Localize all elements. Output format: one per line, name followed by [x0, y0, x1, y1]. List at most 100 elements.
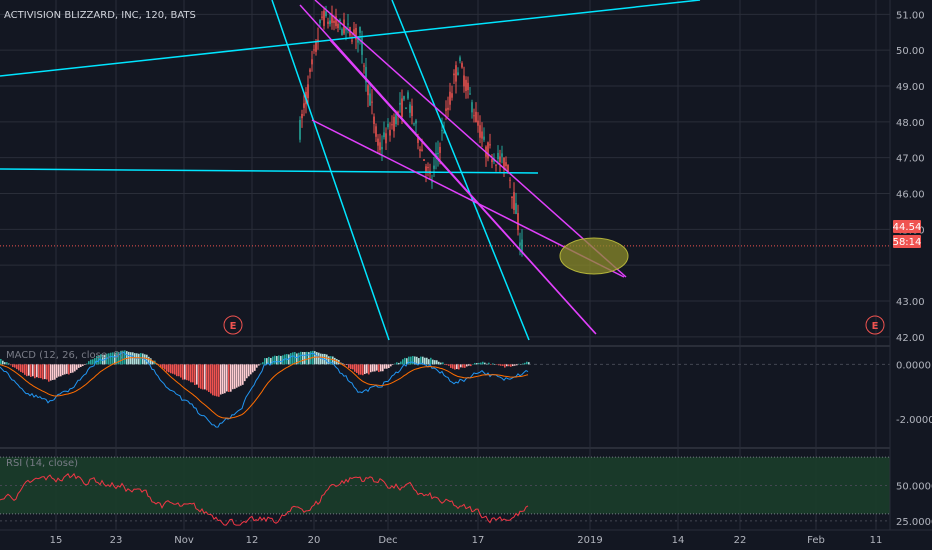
macd-histogram-bar	[34, 364, 36, 379]
macd-histogram-bar	[304, 352, 306, 365]
macd-histogram-bar	[14, 364, 16, 368]
macd-histogram-bar	[464, 364, 466, 368]
price-axis-label: 42.00	[896, 333, 925, 344]
macd-histogram-bar	[170, 364, 172, 374]
candle-body	[481, 131, 483, 139]
price-axis-label: 51.00	[896, 10, 925, 21]
macd-histogram-bar	[242, 364, 244, 385]
candle-body	[389, 130, 391, 136]
macd-histogram-bar	[26, 364, 28, 377]
macd-histogram-bar	[426, 357, 428, 365]
macd-histogram-bar	[218, 364, 220, 397]
macd-histogram-bar	[190, 364, 192, 383]
candle-body	[383, 132, 385, 138]
macd-histogram-bar	[2, 360, 4, 365]
macd-histogram-bar	[184, 364, 186, 380]
macd-histogram-bar	[72, 364, 74, 373]
macd-histogram-bar	[200, 364, 202, 389]
macd-histogram-bar	[196, 364, 198, 385]
candle-body	[413, 123, 415, 125]
macd-histogram-bar	[246, 364, 248, 379]
macd-histogram-bar	[146, 354, 148, 365]
macd-histogram-bar	[472, 364, 474, 365]
candle-body	[371, 101, 373, 103]
macd-histogram-bar	[18, 364, 20, 371]
macd-histogram-bar	[228, 364, 230, 392]
macd-histogram-bar	[262, 362, 264, 365]
macd-histogram-bar	[506, 364, 508, 367]
macd-histogram-bar	[66, 364, 68, 374]
candle-body	[377, 138, 379, 146]
candle-body	[465, 79, 467, 92]
candle-body	[497, 152, 499, 160]
rsi-title[interactable]: RSI (14, close)	[6, 458, 78, 469]
candle-body	[459, 57, 461, 62]
macd-histogram-bar	[494, 364, 496, 365]
macd-histogram-bar	[384, 364, 386, 369]
macd-histogram-bar	[442, 362, 444, 365]
candle-body	[351, 40, 353, 42]
target-zone-ellipse[interactable]	[559, 237, 629, 275]
candle-body	[301, 113, 303, 119]
candle-body	[341, 29, 343, 35]
macd-histogram-bar	[194, 364, 196, 385]
macd-histogram-bar	[350, 364, 352, 369]
macd-histogram-bar	[68, 364, 70, 375]
macd-histogram-bar	[198, 364, 200, 388]
macd-histogram-bar	[254, 364, 256, 371]
macd-histogram-bar	[178, 364, 180, 377]
macd-histogram-bar	[398, 362, 400, 365]
macd-histogram-bar	[240, 364, 242, 386]
macd-histogram-bar	[52, 364, 54, 380]
macd-histogram-bar	[482, 361, 484, 365]
macd-histogram-bar	[166, 364, 168, 372]
macd-histogram-bar	[352, 364, 354, 370]
macd-histogram-bar	[508, 364, 510, 367]
macd-histogram-bar	[458, 364, 460, 370]
macd-histogram-bar	[220, 364, 222, 395]
macd-histogram-bar	[138, 353, 140, 365]
price-axis-label: 46.00	[896, 190, 925, 201]
macd-histogram-bar	[480, 362, 482, 365]
macd-histogram-bar	[380, 364, 382, 372]
macd-histogram-bar	[44, 364, 46, 380]
macd-histogram-bar	[8, 363, 10, 365]
macd-histogram-bar	[362, 364, 364, 376]
macd-histogram-bar	[344, 364, 346, 366]
candle-body	[303, 103, 305, 108]
macd-histogram-bar	[386, 364, 388, 369]
macd-histogram-bar	[460, 364, 462, 368]
macd-histogram-bar	[468, 364, 470, 366]
candle-body	[427, 167, 429, 169]
candle-body	[489, 144, 491, 146]
macd-histogram-bar	[236, 364, 238, 388]
time-axis-label: 14	[672, 535, 685, 546]
macd-histogram-bar	[280, 355, 282, 365]
macd-histogram-bar	[476, 363, 478, 365]
macd-histogram-bar	[78, 364, 80, 368]
macd-histogram-bar	[484, 362, 486, 365]
macd-title[interactable]: MACD (12, 26, close, 9)	[6, 350, 124, 361]
trading-chart[interactable]: 51.0050.0049.0048.0047.0046.0045.0043.00…	[0, 0, 932, 550]
earnings-marker-label: E	[230, 321, 237, 332]
macd-histogram-bar	[504, 364, 506, 368]
candle-body	[519, 242, 521, 246]
macd-histogram-bar	[132, 352, 134, 365]
candle-body	[367, 85, 369, 96]
macd-histogram-bar	[486, 363, 488, 365]
candle-body	[463, 75, 465, 87]
macd-histogram-bar	[496, 364, 498, 365]
macd-histogram-bar	[410, 356, 412, 365]
macd-histogram-bar	[216, 364, 218, 397]
candle-body	[483, 136, 485, 140]
candle-body	[381, 147, 383, 150]
macd-histogram-bar	[446, 364, 448, 366]
macd-histogram-bar	[502, 364, 504, 366]
macd-axis-label: -2.0000	[896, 415, 932, 426]
macd-histogram-bar	[368, 364, 370, 375]
macd-histogram-bar	[510, 364, 512, 367]
macd-histogram-bar	[136, 353, 138, 365]
candle-body	[321, 16, 323, 18]
macd-histogram-bar	[230, 364, 232, 392]
macd-histogram-bar	[168, 364, 170, 373]
